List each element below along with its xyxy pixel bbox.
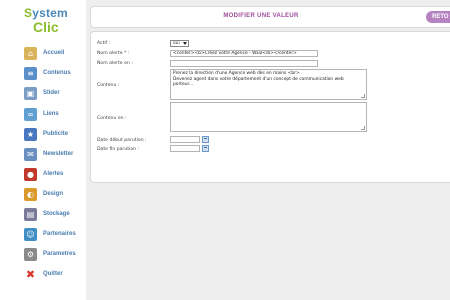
resize-grip-icon[interactable] <box>361 126 365 130</box>
logo-initial: S <box>24 6 33 20</box>
contents-icon: ≡ <box>24 66 37 80</box>
main-panel: MODIFIER UNE VALEUR RETO Actif : oui Nom… <box>86 0 450 300</box>
calendar-icon[interactable] <box>202 145 209 152</box>
home-icon: ⌂ <box>24 46 37 60</box>
resize-grip-icon[interactable] <box>361 94 365 98</box>
sidebar: System Clic ⌂ Accueil ≡ Contenus ▣ Slider ∞ Lie… <box>0 0 82 300</box>
gear-icon: ⚙ <box>24 247 37 261</box>
page-header: MODIFIER UNE VALEUR RETO <box>90 6 450 28</box>
actif-select-value: oui <box>173 41 180 46</box>
close-icon: ✖ <box>25 267 36 281</box>
date-debut-label: Date début parution : <box>97 138 147 143</box>
sidebar-item-label: Partenaires <box>43 231 76 237</box>
date-debut-input[interactable] <box>170 136 200 143</box>
sidebar-item-stockage[interactable]: ▤ Stockage <box>24 205 82 223</box>
storage-icon: ▤ <box>24 207 37 221</box>
nom-alerte-en-label: Nom alerte en : <box>97 61 133 66</box>
logo: System Clic <box>18 3 78 43</box>
sidebar-item-contenus[interactable]: ≡ Contenus <box>24 64 82 82</box>
chevron-down-icon <box>183 42 187 45</box>
sidebar-item-liens[interactable]: ∞ Liens <box>24 105 82 123</box>
date-fin-label: Date fin parution : <box>97 147 140 152</box>
return-button[interactable]: RETO <box>426 11 450 23</box>
palette-icon: ◐ <box>24 187 37 201</box>
sidebar-item-label: Alertes <box>43 171 64 177</box>
sidebar-item-label: Publicite <box>43 131 69 137</box>
contenu-en-label: Contenu en : <box>97 116 127 121</box>
alert-icon: ● <box>24 167 37 181</box>
sidebar-item-label: Quitter <box>43 271 63 277</box>
calendar-icon[interactable] <box>202 136 209 143</box>
app-window: System Clic ⌂ Accueil ≡ Contenus ▣ Slider ∞ Lie… <box>0 0 450 300</box>
page-title: MODIFIER UNE VALEUR <box>223 13 299 19</box>
sidebar-item-partenaires[interactable]: ☺ Partenaires <box>24 225 82 243</box>
sidebar-item-label: Newsletter <box>43 151 74 157</box>
sidebar-item-parametres[interactable]: ⚙ Parametres <box>24 245 82 263</box>
newsletter-icon: ✉ <box>24 147 37 161</box>
sidebar-item-accueil[interactable]: ⌂ Accueil <box>24 44 82 62</box>
sidebar-item-label: Design <box>43 191 64 197</box>
actif-label: Actif : <box>97 41 111 46</box>
nom-alerte-input[interactable]: <center><b>Créez votre Agence - WEB</b><… <box>170 50 318 57</box>
logo-word-2: Clic <box>33 19 59 35</box>
contenu-line-2: Devenez agent dans votre département d'u… <box>173 76 344 88</box>
links-icon: ∞ <box>24 107 37 121</box>
sidebar-item-label: Parametres <box>43 251 76 257</box>
sidebar-item-label: Stockage <box>43 211 70 217</box>
logo-word-1: ystem <box>32 6 68 20</box>
nom-alerte-label: Nom alerte * : <box>97 51 130 56</box>
nom-alerte-en-input[interactable] <box>170 60 318 67</box>
sidebar-item-newsletter[interactable]: ✉ Newsletter <box>24 145 82 163</box>
partners-icon: ☺ <box>24 227 37 241</box>
sidebar-item-design[interactable]: ◐ Design <box>24 185 82 203</box>
sidebar-item-alertes[interactable]: ● Alertes <box>24 165 82 183</box>
sidebar-item-label: Accueil <box>43 50 65 56</box>
contenu-label: Contenu : <box>97 83 120 88</box>
sidebar-item-label: Contenus <box>43 70 71 76</box>
slider-icon: ▣ <box>24 86 37 100</box>
sidebar-item-publicite[interactable]: ★ Publicite <box>24 125 82 143</box>
edit-form: Actif : oui Nom alerte * : <center><b>Cr… <box>90 31 450 183</box>
contenu-textarea[interactable]: Prenez la direction d'une Agence web dès… <box>170 69 367 100</box>
sidebar-item-label: Liens <box>43 111 59 117</box>
ad-icon: ★ <box>24 127 37 141</box>
sidebar-item-slider[interactable]: ▣ Slider <box>24 84 82 102</box>
date-fin-input[interactable] <box>170 145 200 152</box>
actif-select[interactable]: oui <box>170 40 189 47</box>
sidebar-item-quitter[interactable]: ✖ Quitter <box>24 265 82 283</box>
sidebar-item-label: Slider <box>43 90 60 96</box>
contenu-en-textarea[interactable] <box>170 102 367 132</box>
